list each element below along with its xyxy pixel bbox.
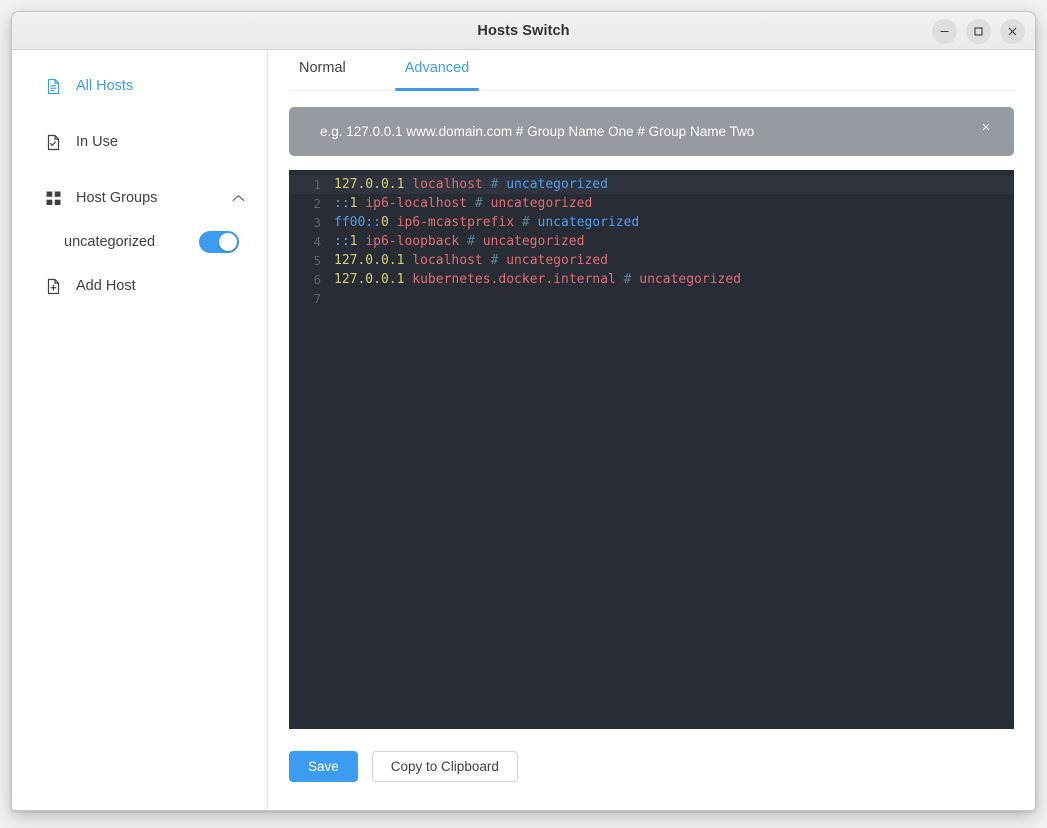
code-token: kubernetes.docker.internal [412, 272, 616, 287]
sidebar-item-label: In Use [76, 134, 118, 150]
sidebar-item-all-hosts[interactable]: All Hosts [12, 64, 267, 108]
minimize-icon [940, 30, 949, 32]
host-group-row-uncategorized[interactable]: uncategorized [12, 220, 267, 264]
code-line[interactable]: 2::1 ip6-localhost # uncategorized [289, 194, 1014, 213]
code-token: ff00:: [334, 215, 381, 230]
code-lines-container: 1 127.0.0.1 localhost # uncategorized 2::1… [289, 175, 1014, 308]
close-icon [1008, 27, 1017, 35]
code-line-text: ::1 ip6-localhost # uncategorized [321, 194, 592, 213]
code-token: uncategorized [482, 234, 585, 249]
code-token: 127.0.0.1 [334, 253, 405, 268]
code-token: uncategorized [506, 177, 608, 192]
hosts-code-editor[interactable]: 1 127.0.0.1 localhost # uncategorized 2::1… [289, 170, 1014, 729]
code-line-text: ::1 ip6-loopback # uncategorized [321, 232, 584, 251]
code-token: 0 [380, 215, 389, 230]
code-token: ip6-mcastprefix [396, 215, 515, 230]
save-button[interactable]: Save [289, 751, 358, 782]
code-token: ip6-loopback [365, 234, 460, 249]
hint-close-icon[interactable]: × [975, 116, 997, 138]
grid-squares-icon [44, 189, 62, 207]
code-token: # [474, 196, 483, 211]
line-number: 4 [313, 234, 321, 249]
code-token: uncategorized [639, 272, 742, 287]
code-token: 127.0.0.1 [334, 177, 405, 192]
window-controls [932, 12, 1025, 50]
copy-to-clipboard-button[interactable]: Copy to Clipboard [371, 751, 518, 782]
minimize-button[interactable] [932, 18, 957, 44]
line-number: 5 [313, 253, 321, 268]
line-number: 7 [313, 291, 321, 306]
code-token: :: [334, 234, 350, 249]
line-number: 2 [313, 196, 321, 211]
sidebar: All Hosts In Use Host Groups uncategoriz… [12, 50, 268, 810]
code-line-text: 127.0.0.1 kubernetes.docker.internal # u… [321, 270, 741, 289]
sidebar-item-in-use[interactable]: In Use [12, 120, 267, 164]
tab-normal[interactable]: Normal [289, 57, 356, 90]
code-line[interactable]: 3 ff00::0 ip6-mcastprefix # uncategorized [289, 213, 1014, 232]
code-token: uncategorized [506, 253, 608, 268]
toggle-knob [219, 233, 237, 251]
sidebar-item-add-host[interactable]: Add Host [12, 264, 267, 308]
line-number: 6 [313, 272, 321, 287]
host-group-label: uncategorized [64, 234, 156, 250]
close-button[interactable] [1000, 18, 1025, 44]
code-token: uncategorized [537, 215, 640, 230]
app-window: Hosts Switch All Hosts In Use Host Group… [11, 11, 1036, 811]
code-line-text: ff00::0 ip6-mcastprefix # uncategorized [321, 213, 639, 232]
maximize-button[interactable] [966, 18, 991, 44]
code-line[interactable]: 5 127.0.0.1 localhost # uncategorized [289, 251, 1014, 270]
sidebar-item-label: Host Groups [76, 190, 158, 206]
code-token: :: [334, 196, 350, 211]
main-panel: Normal Advanced e.g. 127.0.0.1 www.domai… [268, 50, 1035, 810]
host-group-toggle[interactable] [199, 231, 239, 253]
code-token: # [467, 234, 475, 249]
code-token: 127.0.0.1 [334, 272, 405, 287]
window-body: All Hosts In Use Host Groups uncategoriz… [12, 50, 1035, 810]
tab-advanced[interactable]: Advanced [394, 57, 480, 91]
sidebar-item-label: Add Host [76, 278, 136, 294]
line-number: 1 [313, 177, 321, 192]
chevron-up-icon[interactable] [232, 194, 245, 203]
code-token: ip6-localhost [365, 196, 468, 211]
hint-banner: e.g. 127.0.0.1 www.domain.com # Group Na… [289, 107, 1014, 156]
code-token: localhost [412, 253, 483, 268]
code-line[interactable]: 6 127.0.0.1 kubernetes.docker.internal # … [289, 270, 1014, 289]
code-token: # [521, 215, 530, 230]
action-bar: Save Copy to Clipboard [289, 729, 1014, 810]
line-number: 3 [313, 215, 321, 230]
document-check-icon [44, 133, 62, 151]
code-token: localhost [412, 177, 483, 192]
sidebar-item-host-groups[interactable]: Host Groups [12, 176, 267, 220]
hint-text: e.g. 127.0.0.1 www.domain.com # Group Na… [320, 124, 755, 139]
code-line[interactable]: 7 [289, 289, 1014, 308]
code-token: uncategorized [490, 196, 593, 211]
code-line-text: 127.0.0.1 localhost # uncategorized [321, 251, 608, 270]
tab-bar: Normal Advanced [289, 50, 1014, 91]
code-line-text: 127.0.0.1 localhost # uncategorized [321, 175, 608, 194]
code-line[interactable]: 1 127.0.0.1 localhost # uncategorized [289, 175, 1014, 194]
document-lines-icon [44, 77, 62, 95]
sidebar-item-label: All Hosts [76, 78, 134, 94]
maximize-icon [974, 26, 983, 36]
window-title: Hosts Switch [477, 22, 570, 39]
code-line[interactable]: 4::1 ip6-loopback # uncategorized [289, 232, 1014, 251]
title-bar: Hosts Switch [12, 12, 1035, 50]
document-plus-icon [44, 277, 62, 295]
